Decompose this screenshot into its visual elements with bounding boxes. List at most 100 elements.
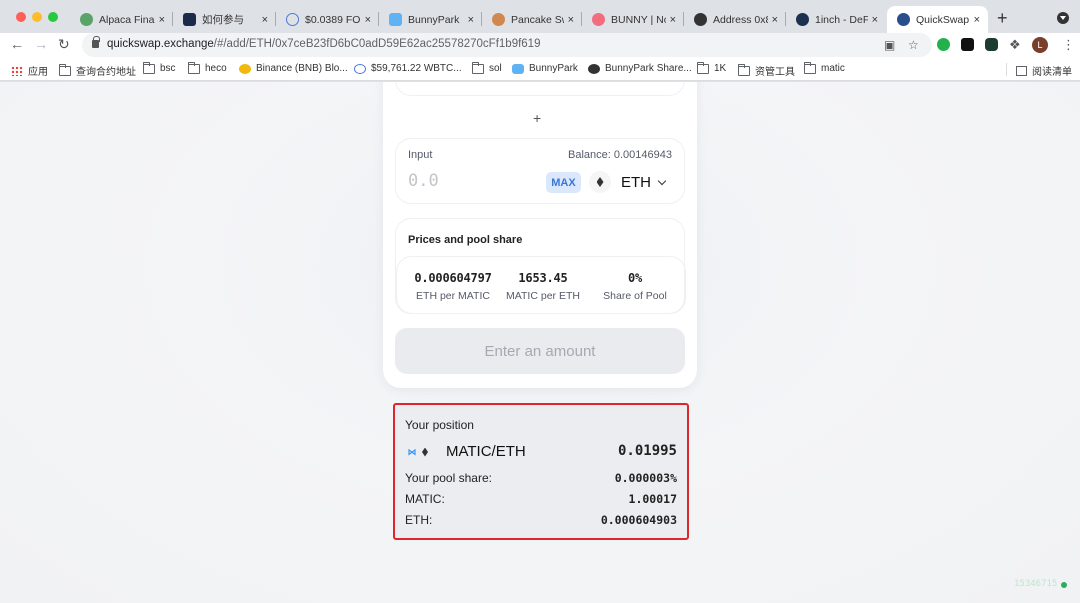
profile-avatar[interactable]: L (1032, 37, 1048, 53)
folder-icon (59, 63, 71, 76)
bookmark-folder-matic[interactable]: matic (804, 61, 845, 74)
tab-chinese-guide[interactable]: 如何参与 × (173, 6, 276, 33)
close-icon[interactable]: × (772, 14, 778, 26)
row-value: 1.00017 (628, 492, 677, 506)
close-icon[interactable]: × (262, 14, 268, 26)
fullscreen-window-button[interactable] (48, 12, 58, 22)
bookmark-label: 1K (714, 63, 727, 74)
folder-icon (697, 61, 709, 74)
row-value: 0.000604903 (600, 513, 677, 527)
price-label: Share of Pool (603, 290, 667, 302)
new-tab-button[interactable]: + (997, 8, 1008, 29)
token-selector[interactable]: ETH (589, 169, 667, 195)
eth-icon (422, 447, 428, 457)
forward-arrow-icon[interactable]: → (34, 36, 48, 52)
pair-name: MATIC/ETH (446, 443, 526, 460)
extension-wallet-icon[interactable] (985, 38, 998, 51)
quickswap-icon (897, 13, 910, 26)
bookmark-folder-bsc[interactable]: bsc (143, 61, 176, 74)
tab-alpaca[interactable]: Alpaca Financ × (70, 6, 173, 33)
tab-pancakeswap[interactable]: Pancake Swa × (482, 6, 582, 33)
reading-list-button[interactable]: 阅读清单 (1016, 63, 1072, 78)
price-label: ETH per MATIC (416, 290, 490, 302)
status-dot-icon (1061, 582, 1067, 588)
close-icon[interactable]: × (568, 14, 574, 26)
back-arrow-icon[interactable]: ← (10, 36, 24, 52)
minimize-window-button[interactable] (32, 12, 42, 22)
bookmark-bunnypark-share[interactable]: BunnyPark Share... (588, 63, 692, 74)
bookmark-label: Binance (BNB) Blo... (256, 63, 348, 74)
binance-icon (239, 63, 251, 74)
block-number: 15346715 (1014, 579, 1058, 589)
close-icon[interactable]: × (670, 14, 676, 26)
bookmark-label: $59,761.22 WBTC... (371, 63, 462, 74)
bookmark-folder-tools[interactable]: 资管工具 (738, 63, 795, 78)
tab-title: 如何参与 (202, 14, 244, 26)
row-label: Your pool share: (405, 471, 492, 485)
add-liquidity-card: + Input Balance: 0.00146943 MAX ETH Pric… (383, 82, 697, 388)
tab-title: 1inch - DeFi (815, 13, 868, 26)
close-icon[interactable]: × (974, 14, 980, 26)
tab-title: Address 0x8 (713, 13, 768, 26)
bookmark-folder-1k[interactable]: 1K (697, 61, 727, 74)
first-token-panel[interactable] (395, 82, 685, 96)
tab-address[interactable]: Address 0x8 × (684, 6, 786, 33)
address-bar[interactable]: quickswap.exchange/#/add/ETH/0x7ceB23fD6… (82, 33, 932, 57)
reload-icon[interactable]: ↻ (58, 36, 70, 53)
bookmark-label: matic (821, 63, 845, 74)
folder-icon (804, 61, 816, 74)
close-icon[interactable]: × (159, 14, 165, 26)
tab-title: BunnyPark (408, 13, 460, 26)
tab-strip: Alpaca Financ × 如何参与 × $0.0389 FO × Bunn… (0, 0, 1080, 33)
close-icon[interactable]: × (468, 14, 474, 26)
bookmark-folder-contracts[interactable]: 查询合约地址 (59, 63, 136, 78)
max-button[interactable]: MAX (546, 172, 581, 193)
bookmark-binance[interactable]: Binance (BNB) Blo... (239, 63, 348, 74)
amount-input[interactable] (408, 171, 528, 191)
pancake-icon (492, 13, 505, 26)
balance-text: Balance: 0.00146943 (568, 149, 672, 161)
prices-panel: Prices and pool share 0.000604797 ETH pe… (395, 218, 686, 314)
token-symbol: ETH (621, 173, 651, 191)
position-row-pool-share: Your pool share: 0.000003% (405, 471, 677, 487)
bookmark-label: 查询合约地址 (76, 67, 136, 78)
tab-bunny[interactable]: BUNNY | No × (582, 6, 684, 33)
bscscan-icon (694, 13, 707, 26)
bookmarks-divider (1006, 63, 1007, 76)
bookmark-label: BunnyPark (529, 63, 578, 74)
price-value: 1653.45 (518, 271, 568, 285)
translate-icon[interactable]: ▣ (884, 38, 895, 52)
matic-icon: ⋈ (407, 447, 417, 457)
tab-title: QuickSwap (916, 13, 970, 26)
bunny-icon (389, 13, 402, 26)
position-title: Your position (405, 418, 474, 432)
bookmark-bunnypark[interactable]: BunnyPark (512, 63, 578, 74)
tab-search-icon[interactable] (1057, 12, 1069, 24)
extension-green-icon[interactable] (937, 38, 950, 51)
close-window-button[interactable] (16, 12, 26, 22)
reading-list-icon (1016, 65, 1027, 76)
tab-bunnypark[interactable]: BunnyPark × (379, 6, 482, 33)
url-text[interactable]: quickswap.exchange/#/add/ETH/0x7ceB23fD6… (107, 38, 540, 50)
bookmark-apps[interactable]: 应用 (11, 63, 48, 78)
your-position-card: Your position ⋈ MATIC/ETH 0.01995 Your p… (393, 403, 689, 540)
extensions-puzzle-icon[interactable]: ❖ (1009, 37, 1021, 53)
bookmark-wbtc[interactable]: $59,761.22 WBTC... (354, 63, 462, 74)
close-icon[interactable]: × (365, 14, 371, 26)
enter-amount-button[interactable]: Enter an amount (395, 328, 685, 374)
lock-icon[interactable] (92, 36, 100, 48)
quickswap-page: + Input Balance: 0.00146943 MAX ETH Pric… (0, 82, 1080, 603)
tab-quickswap[interactable]: QuickSwap × (887, 6, 988, 33)
extension-black-icon[interactable] (961, 38, 974, 51)
bookmark-folder-sol[interactable]: sol (472, 61, 502, 74)
tab-fox-price[interactable]: $0.0389 FO × (276, 6, 379, 33)
bookmark-star-icon[interactable]: ☆ (908, 38, 919, 52)
input-label: Input (408, 149, 433, 161)
close-icon[interactable]: × (872, 14, 878, 26)
second-token-panel: Input Balance: 0.00146943 MAX ETH (395, 138, 685, 204)
bookmark-folder-heco[interactable]: heco (188, 61, 227, 74)
tab-1inch[interactable]: 1inch - DeFi × (786, 6, 886, 33)
tab-title: Alpaca Financ (99, 13, 155, 26)
folder-icon (472, 61, 484, 74)
more-menu-icon[interactable]: ⋮ (1062, 37, 1075, 53)
